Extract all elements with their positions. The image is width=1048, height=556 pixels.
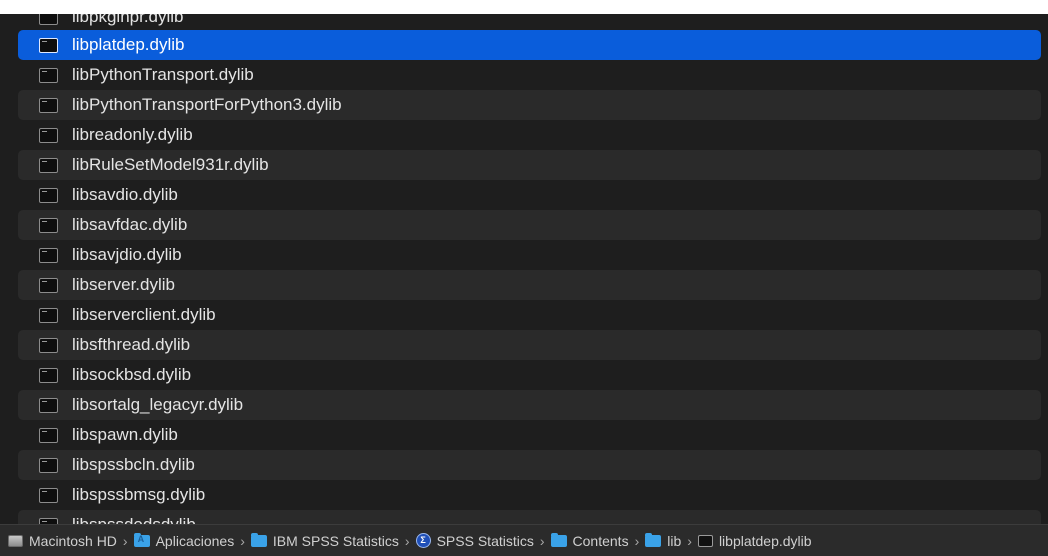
file-name: libsockbsd.dylib — [72, 365, 192, 384]
crumb-spss-statistics-app[interactable]: Σ SPSS Statistics — [415, 532, 534, 549]
list-item[interactable]: libserver.dylib — [18, 270, 1041, 300]
exec-file-icon — [39, 397, 58, 413]
spss-app-icon: Σ — [415, 533, 431, 548]
exec-file-icon — [39, 37, 58, 53]
finder-window: libpkginpr.dylib libplatdep.dylib libPyt… — [0, 0, 1048, 556]
crumb-label: Macintosh HD — [29, 532, 117, 549]
list-item[interactable]: libsavdio.dylib — [18, 180, 1041, 210]
exec-file-icon — [39, 427, 58, 443]
crumb-lib[interactable]: lib — [645, 532, 682, 549]
exec-file-icon — [39, 187, 58, 203]
list-item[interactable]: libsavjdio.dylib — [18, 240, 1041, 270]
file-name: libspssbcln.dylib — [72, 455, 195, 474]
file-name: libreadonly.dylib — [72, 125, 193, 144]
hard-drive-icon — [8, 534, 23, 547]
path-separator: › — [404, 532, 410, 549]
path-separator: › — [634, 532, 640, 549]
file-name: libspssdodsdylib — [72, 515, 196, 524]
crumb-label: Aplicaciones — [155, 532, 235, 549]
file-name: libspssbmsg.dylib — [72, 485, 206, 504]
path-separator: › — [240, 532, 245, 549]
list-item[interactable]: libsockbsd.dylib — [18, 360, 1041, 390]
list-item-partial-bottom[interactable]: libspssdodsdylib — [18, 510, 1041, 524]
list-item-selected[interactable]: libplatdep.dylib — [18, 30, 1041, 60]
folder-icon — [645, 532, 662, 547]
path-separator: › — [539, 532, 545, 549]
crumb-label: libplatdep.dylib — [718, 532, 812, 549]
exec-file-icon — [39, 247, 58, 263]
exec-file-icon — [39, 367, 58, 383]
exec-file-icon — [39, 307, 58, 323]
crumb-label: SPSS Statistics — [436, 532, 534, 549]
list-item[interactable]: libreadonly.dylib — [18, 120, 1041, 150]
crumb-label: IBM SPSS Statistics — [272, 532, 399, 549]
path-separator: › — [687, 532, 692, 549]
exec-file-icon — [39, 457, 58, 473]
list-item[interactable]: libspssbcln.dylib — [18, 450, 1041, 480]
exec-file-icon — [39, 217, 58, 233]
window-top-edge — [0, 0, 1048, 14]
crumb-aplicaciones[interactable]: Aplicaciones — [133, 532, 235, 549]
exec-file-icon — [39, 277, 58, 293]
path-separator: › — [122, 532, 128, 549]
file-name: libplatdep.dylib — [72, 35, 185, 54]
file-name: libspawn.dylib — [72, 425, 178, 444]
path-bar: Macintosh HD › Aplicaciones › IBM SPSS S… — [0, 524, 1048, 556]
list-item[interactable]: libspawn.dylib — [18, 420, 1041, 450]
list-item[interactable]: libPythonTransport.dylib — [18, 60, 1041, 90]
list-item[interactable]: libsortalg_legacyr.dylib — [18, 390, 1041, 420]
exec-file-icon — [39, 67, 58, 83]
exec-file-icon — [39, 127, 58, 143]
list-item[interactable]: libsavfdac.dylib — [18, 210, 1041, 240]
list-item[interactable]: libRuleSetModel931r.dylib — [18, 150, 1041, 180]
file-name: libsavjdio.dylib — [72, 245, 182, 264]
exec-file-icon — [39, 97, 58, 113]
crumb-label: lib — [667, 532, 682, 549]
list-item[interactable]: libspssbmsg.dylib — [18, 480, 1041, 510]
crumb-ibm-spss-statistics[interactable]: IBM SPSS Statistics — [250, 532, 399, 549]
file-name: libsavfdac.dylib — [72, 215, 188, 234]
crumb-contents[interactable]: Contents — [550, 532, 629, 549]
list-item[interactable]: libsfthread.dylib — [18, 330, 1041, 360]
file-name: libserverclient.dylib — [72, 305, 216, 324]
exec-file-icon — [39, 337, 58, 353]
crumb-label: Contents — [572, 532, 629, 549]
file-name: libPythonTransport.dylib — [72, 65, 254, 84]
file-name: libsavdio.dylib — [72, 185, 178, 204]
exec-file-icon — [39, 487, 58, 503]
folder-icon — [250, 532, 267, 547]
document-icon — [697, 534, 713, 547]
file-name: libRuleSetModel931r.dylib — [72, 155, 269, 174]
crumb-libplatdep[interactable]: libplatdep.dylib — [697, 532, 812, 549]
applications-folder-icon — [133, 532, 150, 547]
exec-file-icon — [39, 157, 58, 173]
file-name: libPythonTransportForPython3.dylib — [72, 95, 342, 114]
list-item[interactable]: libPythonTransportForPython3.dylib — [18, 90, 1041, 120]
folder-icon — [550, 532, 567, 547]
crumb-macintosh-hd[interactable]: Macintosh HD — [8, 533, 117, 549]
list-item[interactable]: libserverclient.dylib — [18, 300, 1041, 330]
file-name: libserver.dylib — [72, 275, 175, 294]
file-name: libsortalg_legacyr.dylib — [72, 395, 244, 414]
file-list[interactable]: libpkginpr.dylib libplatdep.dylib libPyt… — [0, 0, 1048, 524]
file-name: libsfthread.dylib — [72, 335, 191, 354]
